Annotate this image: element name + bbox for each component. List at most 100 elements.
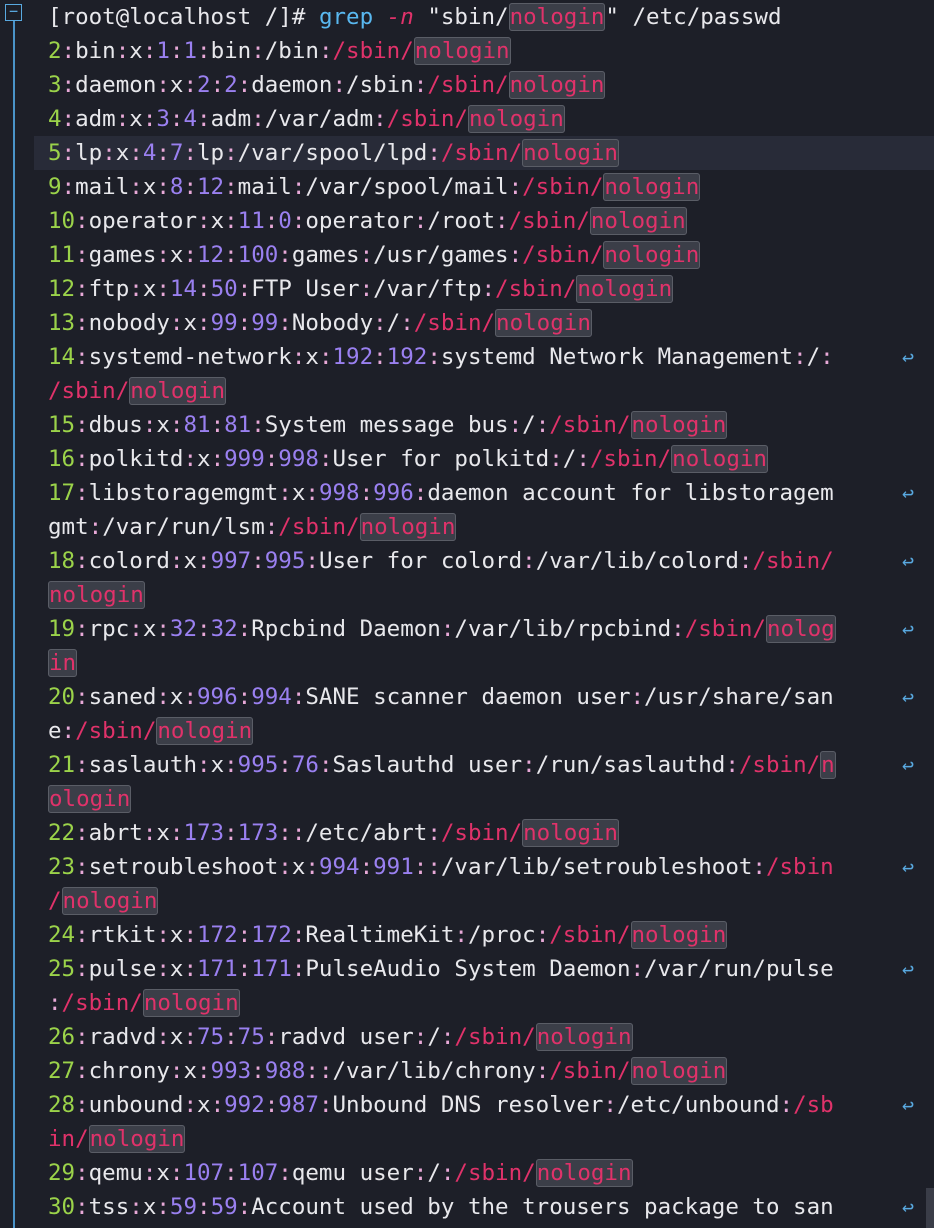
match-highlight: nologin xyxy=(61,887,159,915)
output-text: : xyxy=(291,956,306,982)
output-text: / xyxy=(427,1024,441,1050)
command-target: /etc/passwd xyxy=(632,4,782,30)
output-text: /sb xyxy=(793,1092,834,1118)
output-text: adm xyxy=(210,106,252,132)
output-text: : xyxy=(264,514,279,540)
output-text: : xyxy=(224,140,238,166)
output-text: User for polkitd xyxy=(332,446,550,472)
output-text: : xyxy=(75,922,89,948)
match-highlight: nologin xyxy=(603,173,701,201)
output-text: /sbin/ xyxy=(738,752,821,778)
output-text: 14 xyxy=(48,344,76,370)
output-line: 5:lp:x:4:7:lp:/var/spool/lpd:/sbin/nolog… xyxy=(34,136,934,170)
output-text: : xyxy=(440,1160,455,1186)
output-text: /etc/abrt xyxy=(305,820,428,846)
output-text: : xyxy=(129,616,143,642)
output-text: 28 xyxy=(48,1092,76,1118)
output-text: : xyxy=(75,1160,89,1186)
output-text: : xyxy=(237,276,252,302)
output-text: 4 xyxy=(183,106,198,132)
output-text: : xyxy=(75,276,89,302)
output-text: qemu xyxy=(88,1160,143,1186)
output-text: chrony xyxy=(88,1058,170,1084)
output-text: 20 xyxy=(48,684,76,710)
output-text: 5 xyxy=(48,140,62,166)
output-text: x xyxy=(169,1024,184,1050)
output-text: setroubleshoot xyxy=(88,854,279,880)
output-text: /sbin/ xyxy=(413,310,496,336)
output-text: daemon xyxy=(251,72,333,98)
output-text: : xyxy=(630,684,645,710)
output-text: saned xyxy=(88,684,157,710)
line-wrap-icon: ↩ xyxy=(901,957,914,981)
match-highlight: nologin xyxy=(467,105,565,133)
output-text: /sbin/ xyxy=(684,616,766,642)
output-text: systemd-network xyxy=(88,344,292,370)
output-text: : xyxy=(156,922,170,948)
output-text: 2 xyxy=(224,72,238,98)
output-text: : xyxy=(413,208,428,234)
output-text: : xyxy=(671,616,685,642)
output-line: :/sbin/nologin xyxy=(34,986,934,1020)
output-text: : xyxy=(237,616,252,642)
output-text: : xyxy=(359,480,374,506)
output-text: 171 xyxy=(251,956,292,982)
match-highlight: nologin xyxy=(359,513,457,541)
output-text: adm xyxy=(75,106,116,132)
output-text: /sbin/ xyxy=(332,38,414,64)
output-text: / xyxy=(806,344,821,370)
output-text: : xyxy=(183,446,198,472)
output-text: : xyxy=(318,446,333,472)
output-text: /sbin/ xyxy=(61,990,143,1016)
output-text: : xyxy=(61,72,76,98)
output-text: : xyxy=(75,752,89,778)
output-text: : xyxy=(61,106,76,132)
output-text: rpc xyxy=(88,616,130,642)
output-text: systemd Network Management xyxy=(440,344,794,370)
output-text: 59 xyxy=(210,1194,238,1220)
line-wrap-icon: ↩ xyxy=(901,1195,914,1219)
output-text: : xyxy=(142,1160,157,1186)
output-text: unbound xyxy=(88,1092,184,1118)
output-text: : xyxy=(278,310,292,336)
output-text: : xyxy=(373,344,387,370)
output-text: : xyxy=(115,38,130,64)
output-text: x xyxy=(129,106,143,132)
output-text: 3 xyxy=(156,106,170,132)
output-text: : xyxy=(75,310,89,336)
output-text: System message bus xyxy=(264,412,509,438)
output-text: : xyxy=(142,106,157,132)
output-text: /sbin/ xyxy=(440,140,523,166)
output-text: 998 xyxy=(278,446,319,472)
output-text: x xyxy=(169,242,184,268)
output-text: : xyxy=(183,956,198,982)
output-text: : xyxy=(373,310,387,336)
output-text: 24 xyxy=(48,922,76,948)
output-text: 994 xyxy=(318,854,360,880)
output-text: /var/adm xyxy=(264,106,374,132)
scrollbar-edge[interactable] xyxy=(926,1188,934,1228)
fold-collapse-icon[interactable]: − xyxy=(5,4,22,21)
output-text: /run/saslauthd xyxy=(535,752,726,778)
output-text: : xyxy=(373,106,387,132)
output-text: abrt xyxy=(88,820,143,846)
output-line: 24:rtkit:x:172:172:RealtimeKit:/proc:/sb… xyxy=(34,918,934,952)
output-text: 30 xyxy=(48,1194,76,1220)
output-text: : xyxy=(305,1058,319,1084)
output-text: : xyxy=(427,140,441,166)
output-text: 12 xyxy=(48,276,76,302)
output-text: : xyxy=(440,1024,455,1050)
output-text: : xyxy=(251,106,265,132)
output-text: : xyxy=(156,1194,170,1220)
match-highlight: in xyxy=(48,649,78,677)
output-text: : xyxy=(156,72,170,98)
output-text: : xyxy=(142,820,157,846)
match-highlight: nologin xyxy=(671,445,768,473)
output-text: : xyxy=(169,310,184,336)
output-text: 192 xyxy=(386,344,428,370)
output-line: 11:games:x:12:100:games:/usr/games:/sbin… xyxy=(34,238,934,272)
output-text: /sbin/ xyxy=(549,1058,631,1084)
output-text: : xyxy=(197,752,211,778)
output-text: bin xyxy=(210,38,252,64)
output-line: gmt:/var/run/lsm:/sbin/nologin xyxy=(34,510,934,544)
